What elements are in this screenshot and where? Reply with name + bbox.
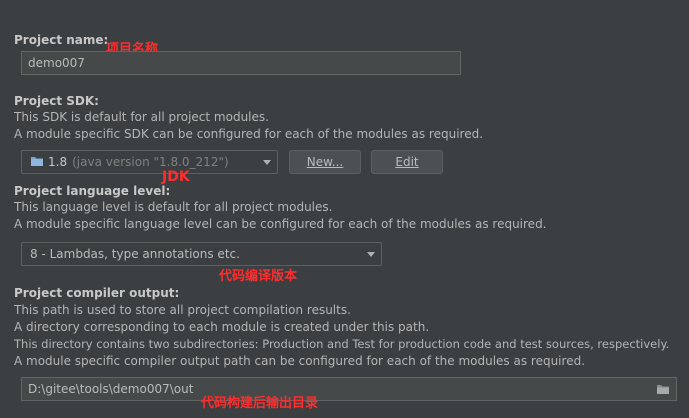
compiler-output-value: D:\gitee\tools\demo007\out — [28, 382, 194, 396]
compiler-output-desc-4: A module specific compiler output path c… — [14, 354, 586, 368]
language-level-select[interactable]: 8 - Lambdas, type annotations etc. — [21, 242, 382, 266]
language-level-desc-1: This language level is default for all p… — [14, 200, 333, 214]
sdk-version-detail: (java version "1.8.0_212") — [72, 155, 229, 169]
project-sdk-desc-2: A module specific SDK can be configured … — [14, 127, 484, 141]
sdk-annotation: JDK — [162, 169, 190, 185]
sdk-new-button-label: New... — [306, 155, 344, 169]
chevron-down-icon — [367, 252, 375, 257]
project-name-field[interactable]: demo007 — [21, 51, 461, 75]
sdk-select[interactable]: 1.8 (java version "1.8.0_212") — [21, 150, 278, 174]
browse-folder-icon[interactable] — [656, 383, 670, 398]
sdk-edit-button[interactable]: Edit — [371, 150, 443, 174]
project-name-label: Project name: — [14, 33, 109, 47]
language-level-label: Project language level: — [14, 184, 171, 198]
language-level-annotation: 代码编译版本 — [219, 269, 298, 284]
chevron-down-icon — [263, 160, 271, 165]
language-level-desc-2: A module specific language level can be … — [14, 217, 547, 231]
sdk-edit-button-label: Edit — [395, 155, 419, 169]
project-sdk-label: Project SDK: — [14, 94, 99, 108]
compiler-output-annotation: 代码构建后输出目录 — [201, 396, 319, 411]
sdk-new-button[interactable]: New... — [289, 150, 361, 174]
compiler-output-field[interactable]: D:\gitee\tools\demo007\out — [21, 377, 677, 401]
sdk-version: 1.8 — [48, 155, 68, 169]
compiler-output-desc-1: This path is used to store all project c… — [14, 303, 351, 317]
compiler-output-desc-3: This directory contains two subdirectori… — [14, 337, 670, 351]
project-name-value: demo007 — [28, 56, 85, 70]
compiler-output-desc-2: A directory corresponding to each module… — [14, 320, 430, 334]
project-sdk-desc-1: This SDK is default for all project modu… — [14, 110, 269, 124]
language-level-value: 8 - Lambdas, type annotations etc. — [30, 247, 240, 261]
folder-icon — [30, 155, 44, 170]
compiler-output-label: Project compiler output: — [14, 286, 180, 300]
